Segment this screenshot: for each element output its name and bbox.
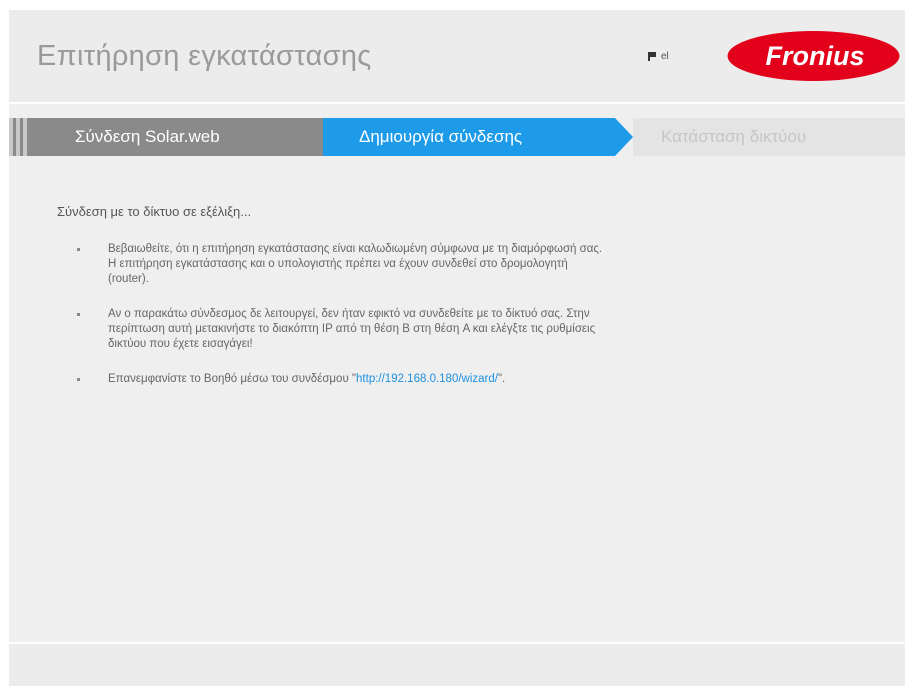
header-divider: [9, 102, 905, 104]
steps-grip-bars: [9, 118, 31, 156]
bullet-icon: [77, 313, 80, 316]
step-label: Σύνδεση Solar.web: [75, 127, 220, 146]
list-item: Αν ο παρακάτω σύνδεσμος δε λειτουργεί, δ…: [77, 307, 857, 352]
language-selector[interactable]: el: [648, 46, 682, 66]
app-title: Επιτήρηση εγκατάστασης: [37, 40, 372, 72]
bullet-icon: [77, 378, 80, 381]
fronius-logo: Fronius: [727, 31, 900, 81]
status-heading: Σύνδεση με το δίκτυο σε εξέλιξη...: [57, 204, 252, 219]
header: Επιτήρηση εγκατάστασης el Fronius: [9, 10, 905, 102]
step-label: Δημιουργία σύνδεσης: [359, 127, 523, 146]
flag-icon: [648, 52, 656, 61]
step-label: Κατάσταση δικτύου: [661, 127, 807, 146]
list-item: Επανεμφανίστε το Βοηθό μέσω του συνδέσμο…: [77, 372, 857, 387]
main-content: Σύνδεση με το δίκτυο σε εξέλιξη... Βεβαι…: [9, 156, 905, 642]
app-frame: Επιτήρηση εγκατάστασης el Fronius Σύνδεσ…: [9, 10, 905, 686]
step-network-status: Κατάσταση δικτύου: [633, 118, 905, 156]
footer: [9, 644, 905, 686]
wizard-steps: Σύνδεση Solar.web Δημιουργία σύνδεσης Κα…: [9, 118, 905, 156]
language-code: el: [661, 50, 669, 62]
wizard-link[interactable]: http://192.168.0.180/wizard/: [356, 373, 498, 385]
bullet-icon: [77, 248, 80, 251]
list-item: Βεβαιωθείτε, ότι η επιτήρηση εγκατάσταση…: [77, 242, 857, 287]
active-step-arrow: [615, 118, 633, 156]
fronius-logo-text: Fronius: [766, 41, 865, 71]
instructions-list: Βεβαιωθείτε, ότι η επιτήρηση εγκατάσταση…: [77, 242, 857, 407]
step-solarweb-connection[interactable]: Σύνδεση Solar.web: [31, 118, 323, 156]
step-create-connection[interactable]: Δημιουργία σύνδεσης: [323, 118, 615, 156]
